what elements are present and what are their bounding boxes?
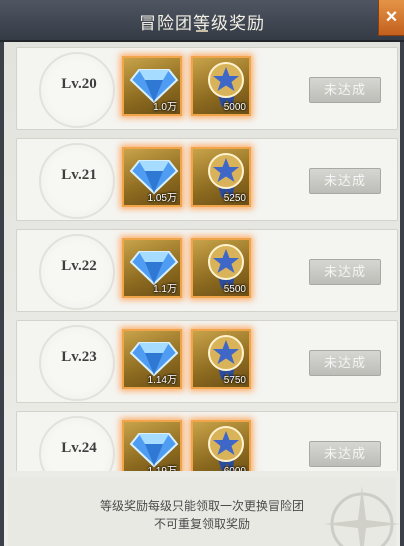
level-label: Lv.24 [61, 440, 97, 456]
claim-status-button[interactable]: 未达成 [309, 441, 381, 467]
level-label: Lv.21 [61, 167, 97, 183]
reward-list[interactable]: Lv.20 1.0万 5000 未达成 Lv.21 1.05万 5250 未达成… [16, 47, 398, 471]
claim-status-button[interactable]: 未达成 [309, 350, 381, 376]
medal-reward[interactable]: 5500 [191, 238, 251, 298]
medal-quantity: 5250 [223, 193, 246, 204]
title-ornament-icon [196, 30, 208, 36]
medal-reward[interactable]: 5750 [191, 329, 251, 389]
gem-quantity: 1.0万 [153, 102, 177, 113]
gem-reward[interactable]: 1.1万 [122, 238, 182, 298]
claim-status-button[interactable]: 未达成 [309, 259, 381, 285]
reward-row: Lv.20 1.0万 5000 未达成 [16, 47, 398, 130]
reward-row: Lv.22 1.1万 5500 未达成 [16, 229, 398, 312]
gem-reward[interactable]: 1.05万 [122, 147, 182, 207]
claim-status-button[interactable]: 未达成 [309, 168, 381, 194]
reward-row: Lv.24 1.19万 6000 未达成 [16, 411, 398, 471]
level-label: Lv.23 [61, 349, 97, 365]
close-icon[interactable]: × [386, 6, 398, 28]
claim-status-button[interactable]: 未达成 [309, 77, 381, 103]
medal-quantity: 6000 [224, 466, 246, 471]
medal-reward[interactable]: 5250 [191, 147, 251, 207]
gem-reward[interactable]: 1.14万 [122, 329, 182, 389]
title-bar: 冒险团等级奖励 × [0, 0, 404, 42]
star-medal-icon [208, 426, 244, 471]
reward-row: Lv.23 1.14万 5750 未达成 [16, 320, 398, 403]
level-label: Lv.20 [61, 76, 97, 92]
medal-quantity: 5750 [223, 375, 246, 386]
gem-quantity: 1.14万 [147, 375, 177, 386]
medal-quantity: 5000 [223, 102, 246, 113]
reward-row: Lv.21 1.05万 5250 未达成 [16, 138, 398, 221]
close-button[interactable]: × [378, 0, 404, 36]
gem-quantity: 1.05万 [147, 193, 177, 204]
footer-note: 等级奖励每级只能领取一次更换冒险团 不可重复领取奖励 [8, 477, 400, 546]
medal-quantity: 5500 [223, 284, 246, 295]
medal-reward[interactable]: 5000 [191, 56, 251, 116]
gem-reward[interactable]: 1.19万 [122, 420, 182, 471]
compass-watermark-icon [324, 486, 400, 546]
gem-quantity: 1.1万 [153, 284, 177, 295]
gem-quantity: 1.19万 [148, 462, 177, 471]
reward-panel: Lv.20 1.0万 5000 未达成 Lv.21 1.05万 5250 未达成… [0, 42, 404, 546]
level-label: Lv.22 [61, 258, 97, 274]
gem-reward[interactable]: 1.0万 [122, 56, 182, 116]
medal-reward[interactable]: 6000 [191, 420, 251, 471]
